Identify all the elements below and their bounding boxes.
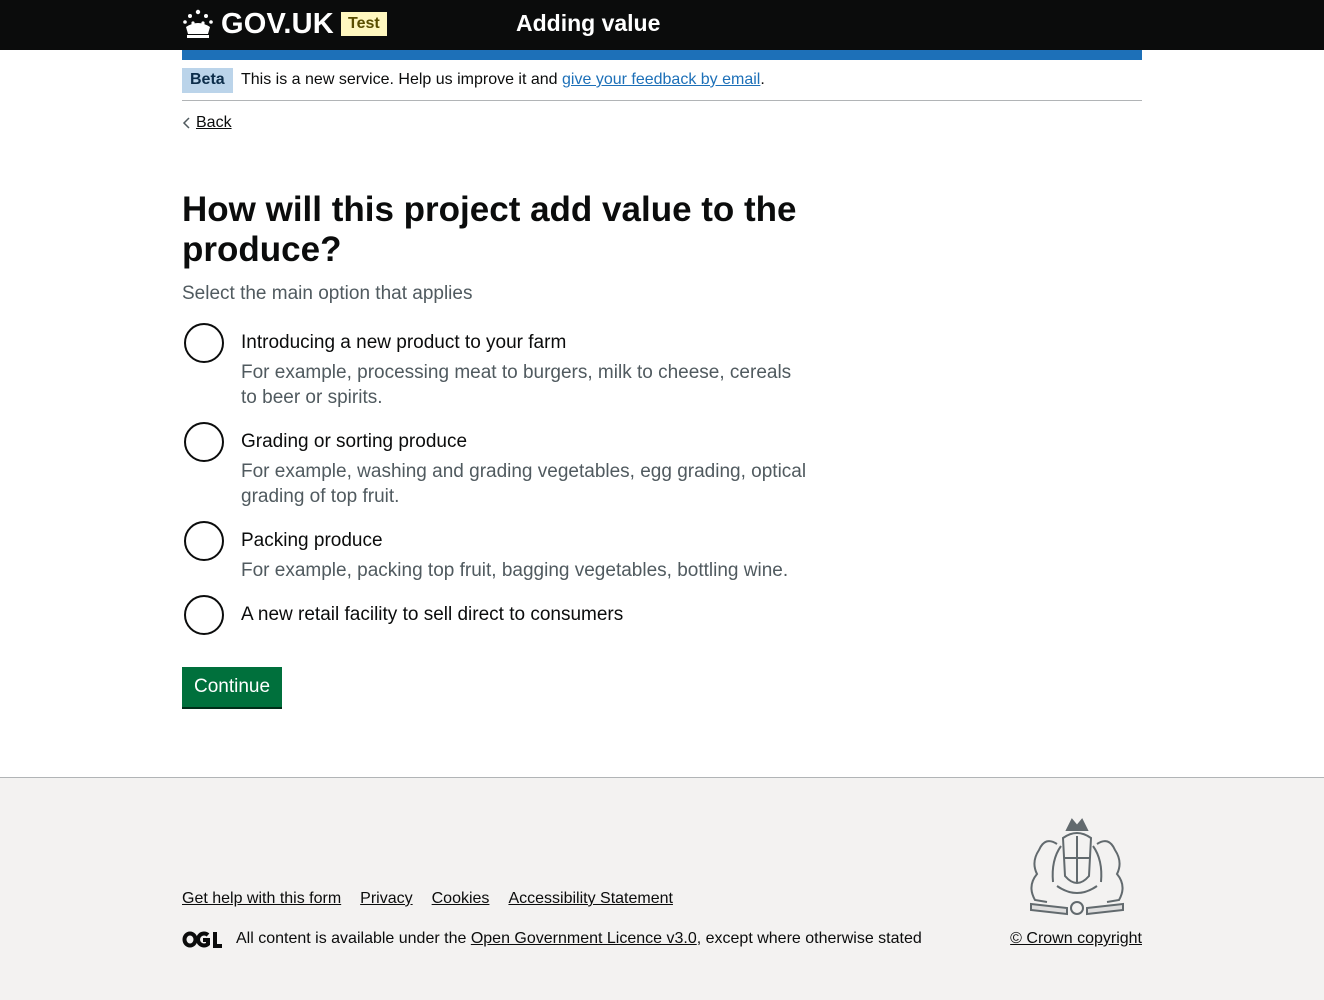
header-blue-bar <box>182 50 1142 60</box>
logo-text: GOV.UK <box>221 7 334 40</box>
question-hint: Select the main option that applies <box>182 283 473 304</box>
crown-copyright-link[interactable]: © Crown copyright <box>1010 930 1142 948</box>
footer-link-help[interactable]: Get help with this form <box>182 890 341 908</box>
phase-text-after: . <box>760 71 765 88</box>
radio-label[interactable]: Packing produce <box>241 529 383 553</box>
phase-banner-text: This is a new service. Help us improve i… <box>241 70 765 90</box>
licence-link[interactable]: Open Government Licence v3.0 <box>471 930 697 948</box>
site-footer: Get help with this form Privacy Cookies … <box>0 777 1324 1000</box>
radio-hint: For example, packing top fruit, bagging … <box>241 560 789 581</box>
radio-button[interactable] <box>184 521 224 561</box>
licence-text-before: All content is available under the <box>236 930 467 947</box>
radio-hint: For example, processing meat to burgers,… <box>241 362 792 408</box>
environment-tag: Test <box>341 12 387 36</box>
crown-icon <box>183 9 213 38</box>
phase-tag: Beta <box>182 68 233 93</box>
licence-statement: All content is available under the Open … <box>182 930 922 948</box>
back-link[interactable]: Back <box>182 114 232 132</box>
licence-text-after: , except where otherwise stated <box>696 930 922 947</box>
radio-label[interactable]: Grading or sorting produce <box>241 430 467 454</box>
back-link-label: Back <box>196 114 232 131</box>
radio-hint: For example, washing and grading vegetab… <box>241 461 807 507</box>
radio-label[interactable]: A new retail facility to sell direct to … <box>241 603 623 627</box>
radio-button[interactable] <box>184 422 224 462</box>
footer-links: Get help with this form Privacy Cookies … <box>182 890 692 908</box>
service-name-link[interactable]: Adding value <box>516 10 660 37</box>
site-header: GOV.UK Test Adding value <box>0 0 1324 50</box>
ogl-logo <box>182 931 222 948</box>
govuk-logo-link[interactable]: GOV.UK <box>182 6 334 42</box>
radio-button[interactable] <box>184 323 224 363</box>
chevron-left-icon <box>182 117 190 129</box>
radio-button[interactable] <box>184 595 224 635</box>
royal-crest <box>1030 818 1124 916</box>
phase-text-before: This is a new service. Help us improve i… <box>241 71 563 88</box>
phase-banner: Beta This is a new service. Help us impr… <box>182 60 1142 101</box>
feedback-link[interactable]: give your feedback by email <box>562 71 760 88</box>
footer-link-accessibility[interactable]: Accessibility Statement <box>508 890 673 908</box>
footer-link-cookies[interactable]: Cookies <box>432 890 490 908</box>
page-title: How will this project add value to the p… <box>182 190 797 269</box>
radio-label[interactable]: Introducing a new product to your farm <box>241 331 566 355</box>
continue-button[interactable]: Continue <box>182 667 283 707</box>
header-container: GOV.UK Test Adding value <box>182 0 1142 50</box>
footer-link-privacy[interactable]: Privacy <box>360 890 412 908</box>
